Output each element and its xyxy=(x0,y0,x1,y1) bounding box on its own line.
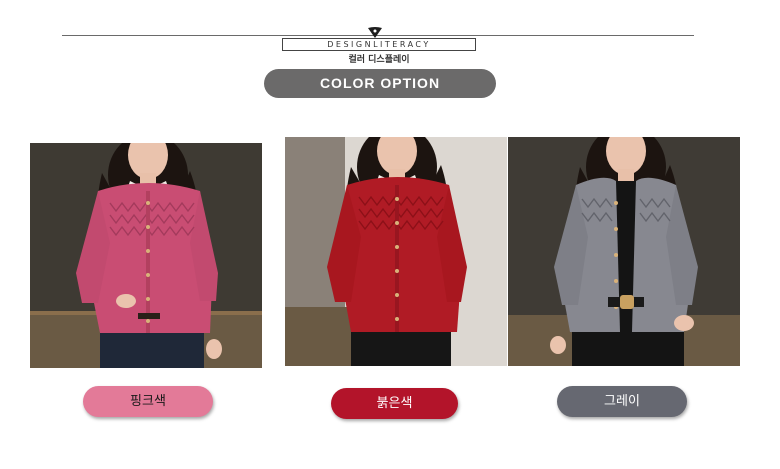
product-photo-red xyxy=(285,137,507,366)
color-option-gray-button[interactable]: 그레이 xyxy=(557,386,687,417)
color-option-banner: COLOR OPTION xyxy=(264,69,496,98)
color-option-pink-button[interactable]: 핑크색 xyxy=(83,386,213,417)
product-photo-gray xyxy=(508,137,740,366)
brand-subtitle: 컬러 디스플레이 xyxy=(348,55,410,65)
color-option-red-button[interactable]: 붉은색 xyxy=(331,388,458,419)
product-photo-pink xyxy=(30,143,262,368)
brand-logo: DESIGNLITERACY xyxy=(282,38,476,51)
